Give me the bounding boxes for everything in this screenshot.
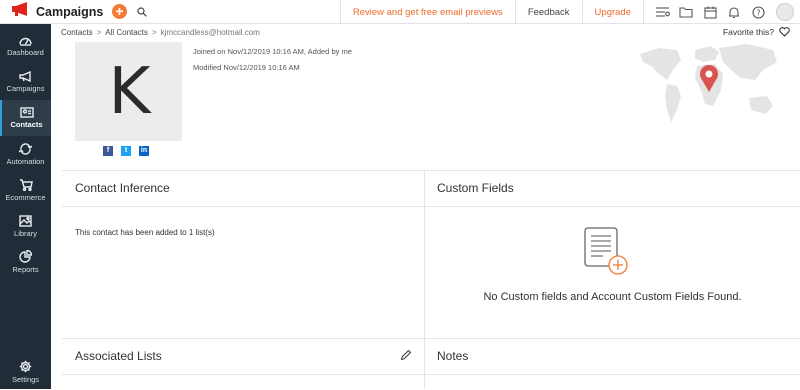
breadcrumb-all-contacts[interactable]: All Contacts <box>105 28 148 37</box>
sidebar-item-reports[interactable]: Reports <box>0 244 51 280</box>
sidebar-item-ecommerce[interactable]: Ecommerce <box>0 172 51 208</box>
sidebar-item-dashboard[interactable]: Dashboard <box>0 28 51 64</box>
sidebar-item-label: Contacts <box>10 120 43 129</box>
image-library-icon <box>19 214 32 227</box>
sidebar-item-label: Reports <box>12 265 39 274</box>
favorite-toggle[interactable]: Favorite this? <box>723 24 790 40</box>
contact-inference-text: This contact has been added to 1 list(s) <box>75 228 215 237</box>
contact-card-icon <box>19 107 34 118</box>
sidebar-item-label: Automation <box>6 156 45 166</box>
modified-info: Modified Nov/12/2019 10:16 AM <box>193 63 300 72</box>
search-icon[interactable] <box>137 6 147 17</box>
breadcrumb-separator: > <box>96 27 102 37</box>
notes-title: Notes <box>437 349 469 363</box>
dashboard-icon <box>19 37 32 46</box>
sidebar-item-library[interactable]: Library <box>0 208 51 244</box>
divider <box>62 374 800 375</box>
divider <box>424 170 425 389</box>
folder-icon[interactable] <box>674 0 698 24</box>
social-links: f t in <box>103 146 149 156</box>
facebook-icon[interactable]: f <box>103 146 113 156</box>
help-icon[interactable]: ? <box>746 0 770 24</box>
breadcrumb-contacts[interactable]: Contacts <box>61 28 93 37</box>
pie-chart-icon <box>19 250 32 263</box>
sidebar-item-contacts[interactable]: Contacts <box>0 100 51 136</box>
sidebar-item-automation[interactable]: Automation <box>0 136 51 172</box>
joined-info: Joined on Nov/12/2019 10:16 AM, Added by… <box>193 47 352 56</box>
calendar-icon[interactable] <box>698 0 722 24</box>
divider <box>62 170 800 171</box>
list-settings-icon[interactable] <box>650 0 674 24</box>
automation-icon <box>19 142 32 155</box>
contact-initial: K <box>108 54 151 129</box>
gear-icon <box>19 360 32 373</box>
twitter-icon[interactable]: t <box>121 146 131 156</box>
review-email-previews-link[interactable]: Review and get free email previews <box>339 0 515 24</box>
create-plus-button[interactable]: + <box>112 4 127 19</box>
add-custom-field-icon <box>584 227 628 275</box>
feedback-link[interactable]: Feedback <box>514 0 582 24</box>
sidebar-item-label: Campaigns <box>6 84 45 93</box>
favorite-label: Favorite this? <box>722 27 774 37</box>
pencil-edit-icon[interactable] <box>400 349 412 361</box>
app-title: Campaigns <box>36 4 104 19</box>
sidebar: Dashboard Campaigns Contacts Automation … <box>0 24 51 389</box>
top-bar: Campaigns + Review and get free email pr… <box>0 0 800 24</box>
sidebar-item-settings[interactable]: Settings <box>0 354 51 390</box>
svg-text:?: ? <box>756 8 760 17</box>
megaphone-logo-icon <box>12 2 29 21</box>
user-avatar[interactable] <box>776 3 794 21</box>
upgrade-link[interactable]: Upgrade <box>581 0 643 24</box>
heart-icon[interactable] <box>779 27 790 37</box>
bell-icon[interactable] <box>722 0 746 24</box>
breadcrumb-separator: > <box>151 27 157 37</box>
custom-fields-title: Custom Fields <box>437 181 514 195</box>
sidebar-item-label: Dashboard <box>7 48 44 57</box>
sidebar-item-label: Settings <box>11 375 40 384</box>
sidebar-item-campaigns[interactable]: Campaigns <box>0 64 51 100</box>
breadcrumb-current-email: kjmccandless@hotmail.com <box>160 27 260 37</box>
megaphone-icon <box>18 71 31 82</box>
sidebar-item-label: Library <box>14 228 37 238</box>
world-map <box>637 40 782 130</box>
contact-avatar: K <box>75 42 182 141</box>
linkedin-icon[interactable]: in <box>139 146 149 156</box>
breadcrumb: Contacts > All Contacts > kjmccandless@h… <box>51 24 800 40</box>
divider <box>62 206 800 207</box>
contact-inference-title: Contact Inference <box>75 181 170 195</box>
custom-fields-empty-message: No Custom fields and Account Custom Fiel… <box>483 291 742 303</box>
cart-icon <box>19 178 33 191</box>
sidebar-item-label: Ecommerce <box>5 192 46 202</box>
brand[interactable]: Campaigns <box>0 0 108 24</box>
associated-lists-title: Associated Lists <box>75 349 162 363</box>
divider <box>62 338 800 339</box>
